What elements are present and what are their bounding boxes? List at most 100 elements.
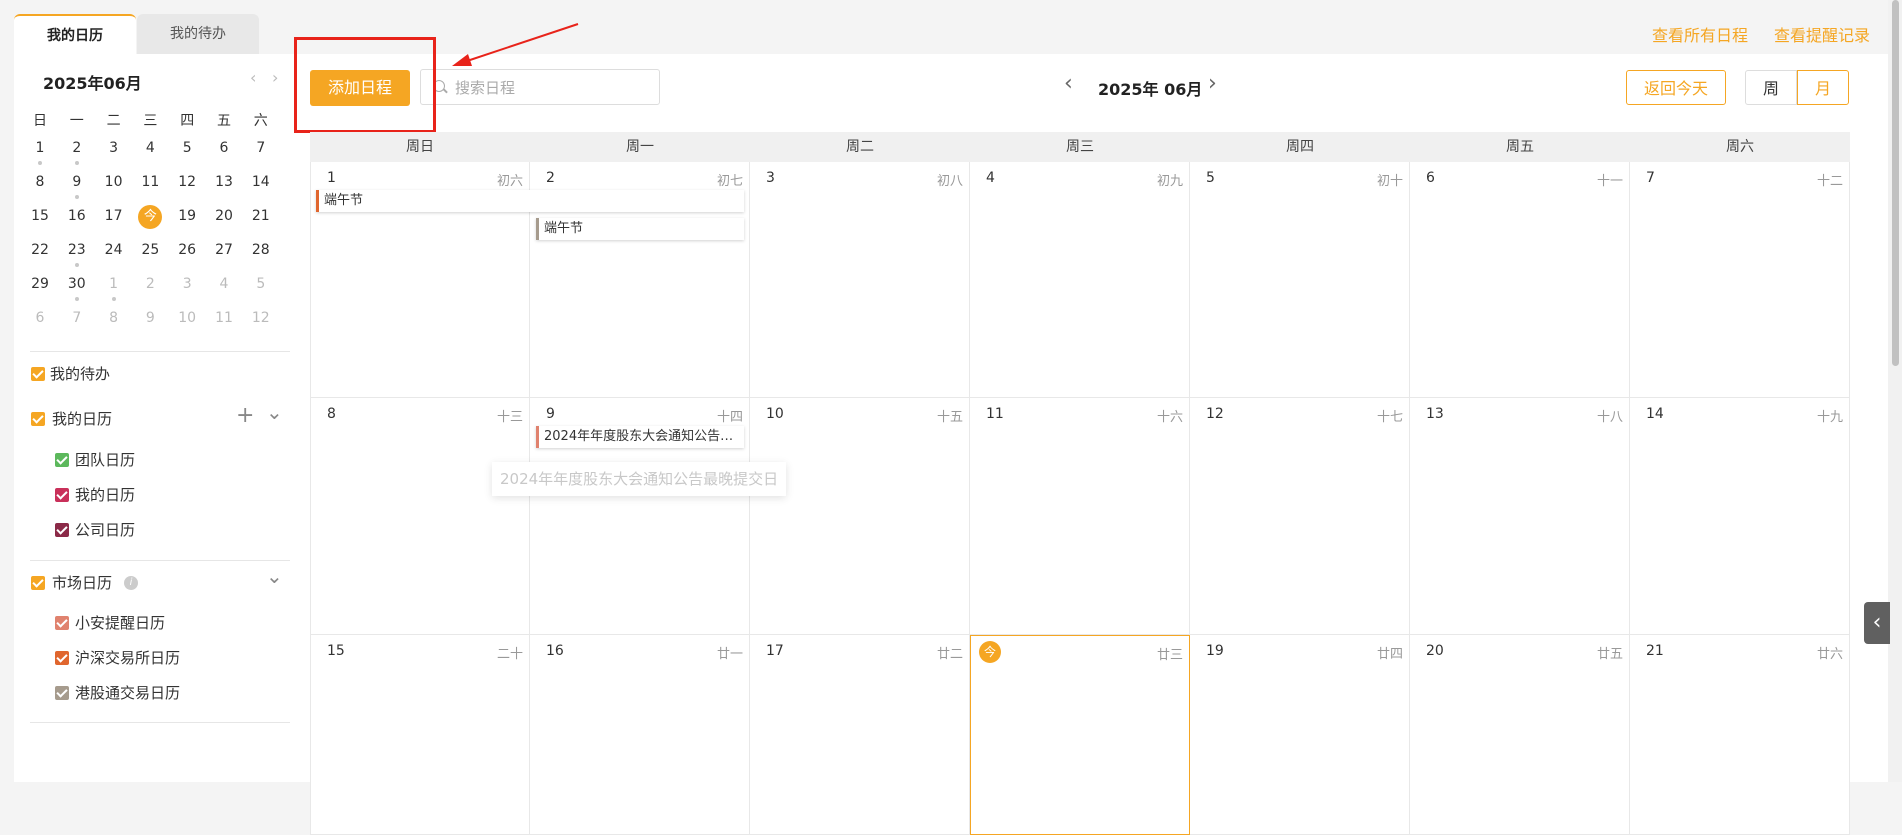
calendar-event[interactable]: 端午节 xyxy=(316,190,744,212)
mini-day[interactable]: 8 xyxy=(96,304,132,332)
mini-day-number: 25 xyxy=(141,242,160,258)
mini-day[interactable]: 27 xyxy=(206,236,242,264)
mini-day[interactable]: 9 xyxy=(59,168,95,199)
mini-day[interactable]: 1 xyxy=(96,270,132,301)
event-tooltip: 2024年年度股东大会通知公告最晚提交日 xyxy=(492,462,787,496)
day-cell[interactable]: 15 二十 xyxy=(310,635,530,835)
mini-day[interactable]: 5 xyxy=(243,270,279,298)
mini-day[interactable]: 26 xyxy=(169,236,205,264)
day-cell[interactable]: 5 初十 xyxy=(1190,162,1410,398)
add-schedule-button[interactable]: 添加日程 xyxy=(310,70,410,106)
my-calendars-checkbox[interactable] xyxy=(31,412,45,426)
mini-day[interactable]: 13 xyxy=(206,168,242,196)
add-calendar-icon[interactable]: + xyxy=(236,403,254,428)
mini-day[interactable]: 7 xyxy=(243,134,279,162)
mini-day[interactable]: 28 xyxy=(243,236,279,264)
calendar-checkbox[interactable] xyxy=(55,488,69,502)
mini-day[interactable]: 3 xyxy=(96,134,132,162)
week-view-button[interactable]: 周 xyxy=(1745,70,1797,105)
day-cell[interactable]: 11 十六 xyxy=(970,398,1190,635)
lunar-date: 廿四 xyxy=(1376,647,1403,662)
mini-day[interactable]: 1 xyxy=(22,134,58,165)
page-scrollbar[interactable] xyxy=(1888,0,1902,782)
mini-next-month-icon[interactable]: › xyxy=(272,68,278,87)
mini-prev-month-icon[interactable]: ‹ xyxy=(250,68,256,87)
mini-day[interactable]: 5 xyxy=(169,134,205,162)
day-cell-today[interactable]: 今 廿三 xyxy=(970,635,1190,835)
day-cell[interactable]: 14 十九 xyxy=(1630,398,1850,635)
day-cell[interactable]: 7 十二 xyxy=(1630,162,1850,398)
mini-day[interactable]: 4 xyxy=(132,134,168,162)
mini-day-number: 3 xyxy=(109,140,119,156)
mini-day[interactable]: 10 xyxy=(169,304,205,332)
mini-day-today[interactable]: 今 xyxy=(132,202,168,230)
view-reminders-link[interactable]: 查看提醒记录 xyxy=(1774,22,1870,46)
mini-day[interactable]: 2 xyxy=(132,270,168,298)
mini-day[interactable]: 9 xyxy=(132,304,168,332)
mini-day[interactable]: 30 xyxy=(59,270,95,301)
calendar-event[interactable]: 端午节 xyxy=(536,218,744,240)
mini-day[interactable]: 12 xyxy=(169,168,205,196)
mini-day[interactable]: 14 xyxy=(243,168,279,196)
mini-day[interactable]: 11 xyxy=(206,304,242,332)
mini-day[interactable]: 23 xyxy=(59,236,95,267)
day-cell[interactable]: 21 廿六 xyxy=(1630,635,1850,835)
info-icon[interactable]: i xyxy=(124,576,138,590)
mini-day[interactable]: 25 xyxy=(132,236,168,264)
mini-day[interactable]: 12 xyxy=(243,304,279,332)
mini-day[interactable]: 11 xyxy=(132,168,168,196)
next-month-icon[interactable]: › xyxy=(1208,72,1217,96)
calendar-checkbox[interactable] xyxy=(55,453,69,467)
back-to-today-button[interactable]: 返回今天 xyxy=(1626,70,1726,105)
day-cell[interactable]: 10 十五 xyxy=(750,398,970,635)
mini-day-number: 15 xyxy=(31,208,49,224)
chevron-down-icon[interactable]: ⌄ xyxy=(266,564,283,588)
day-cell[interactable]: 4 初九 xyxy=(970,162,1190,398)
calendar-checkbox[interactable] xyxy=(55,616,69,630)
day-cell[interactable]: 20 廿五 xyxy=(1410,635,1630,835)
mini-day[interactable]: 6 xyxy=(206,134,242,162)
mini-day-number: 23 xyxy=(67,242,86,258)
mini-day[interactable]: 19 xyxy=(169,202,205,230)
calendar-checkbox[interactable] xyxy=(55,523,69,537)
day-cell[interactable]: 8 十三 xyxy=(310,398,530,635)
mini-day[interactable]: 20 xyxy=(206,202,242,230)
my-todo-checkbox[interactable] xyxy=(31,367,45,381)
chevron-down-icon[interactable]: ⌄ xyxy=(266,400,283,424)
weekday-label: 周三 xyxy=(1066,139,1094,155)
mini-day[interactable]: 16 xyxy=(59,202,95,230)
search-input[interactable] xyxy=(453,77,657,99)
prev-month-icon[interactable]: ‹ xyxy=(1064,72,1073,96)
day-cell[interactable]: 17 廿二 xyxy=(750,635,970,835)
tab-my-calendar[interactable]: 我的日历 xyxy=(14,14,136,54)
tab-my-todo[interactable]: 我的待办 xyxy=(137,14,259,54)
mini-day[interactable]: 8 xyxy=(22,168,58,196)
mini-day[interactable]: 22 xyxy=(22,236,58,264)
mini-day[interactable]: 7 xyxy=(59,304,95,332)
mini-day[interactable]: 17 xyxy=(96,202,132,230)
month-view-button[interactable]: 月 xyxy=(1797,70,1849,105)
day-cell[interactable]: 16 廿一 xyxy=(530,635,750,835)
calendar-checkbox[interactable] xyxy=(55,686,69,700)
mini-day[interactable]: 6 xyxy=(22,304,58,332)
mini-day[interactable]: 10 xyxy=(96,168,132,196)
mini-day[interactable]: 3 xyxy=(169,270,205,298)
view-all-schedules-link[interactable]: 查看所有日程 xyxy=(1652,22,1748,46)
day-cell[interactable]: 19 廿四 xyxy=(1190,635,1410,835)
day-cell[interactable]: 3 初八 xyxy=(750,162,970,398)
mini-day[interactable]: 15 xyxy=(22,202,58,230)
day-cell[interactable]: 6 十一 xyxy=(1410,162,1630,398)
day-cell[interactable]: 12 十七 xyxy=(1190,398,1410,635)
mini-day[interactable]: 2 xyxy=(59,134,95,165)
day-number: 16 xyxy=(546,643,564,659)
mini-day[interactable]: 21 xyxy=(243,202,279,230)
mini-day[interactable]: 29 xyxy=(22,270,58,298)
mini-day[interactable]: 24 xyxy=(96,236,132,264)
day-cell[interactable]: 13 十八 xyxy=(1410,398,1630,635)
market-calendars-checkbox[interactable] xyxy=(31,576,45,590)
mini-day[interactable]: 4 xyxy=(206,270,242,298)
collapse-panel-icon[interactable]: ‹ xyxy=(1864,602,1890,644)
scrollbar-thumb[interactable] xyxy=(1892,0,1899,366)
calendar-checkbox[interactable] xyxy=(55,651,69,665)
calendar-event[interactable]: 2024年年度股东大会通知公告最晚提交日 xyxy=(536,426,744,448)
